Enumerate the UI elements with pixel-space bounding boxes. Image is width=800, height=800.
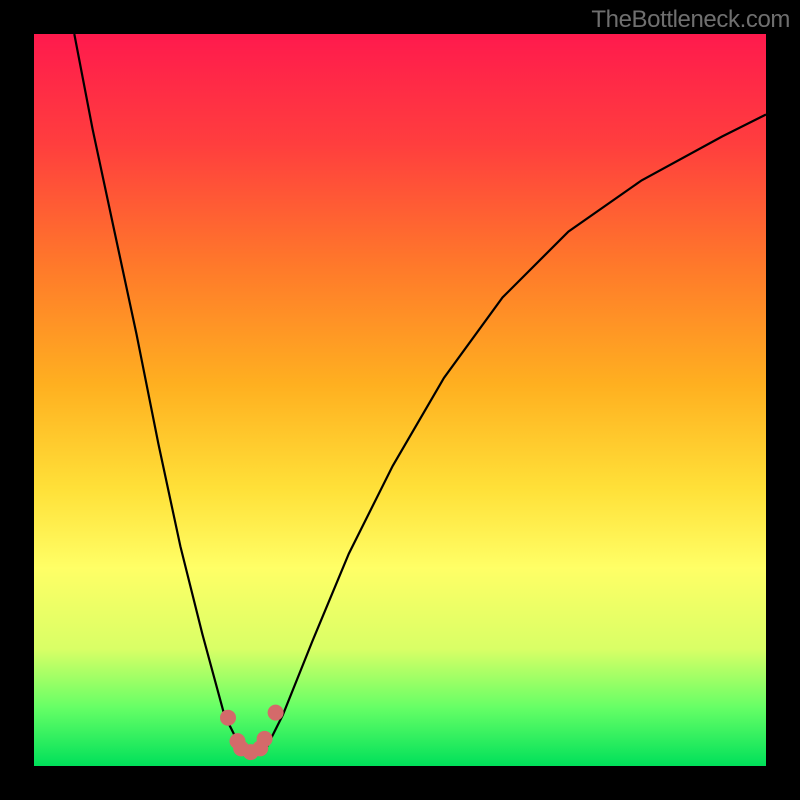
- plot-area: [34, 34, 766, 766]
- bottleneck-curve: [34, 34, 766, 766]
- min-marker-5: [257, 731, 273, 747]
- min-marker-6: [268, 705, 284, 721]
- curve-segment-0: [74, 34, 242, 751]
- min-marker-0: [220, 710, 236, 726]
- chart-frame: TheBottleneck.com: [0, 0, 800, 800]
- watermark-text: TheBottleneck.com: [591, 6, 790, 34]
- curve-segment-1: [265, 115, 766, 752]
